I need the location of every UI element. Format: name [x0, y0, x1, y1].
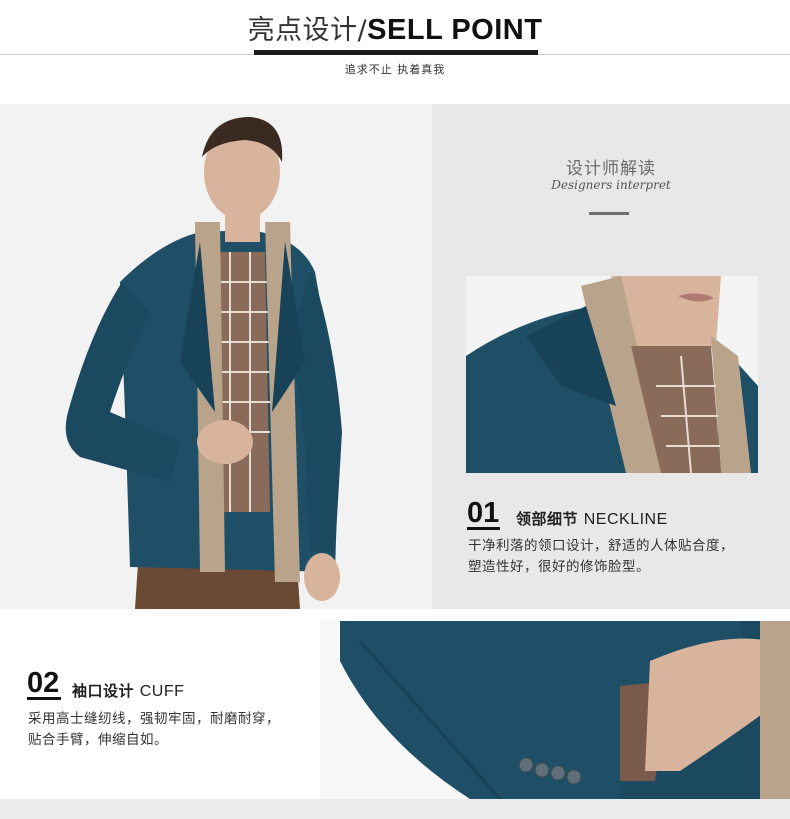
page-title-en: SELL POINT [367, 14, 543, 46]
feature-desc-line: 塑造性好，很好的修饰脸型。 [468, 559, 650, 575]
designer-title-cn: 设计师解读 [566, 159, 656, 179]
header-accent-bar [254, 50, 538, 55]
feature-title-en: NECKLINE [583, 511, 668, 528]
designer-title-en: Designers interpret [551, 178, 671, 192]
designer-divider [589, 212, 629, 215]
feature-desc-line: 采用高士缝纫线，强韧牢固，耐磨耐穿， [28, 711, 280, 727]
feature-desc-line: 贴合手臂，伸缩自如。 [28, 732, 168, 748]
page-title-cn: 亮点设计/ [247, 15, 368, 46]
feature-title-neckline: 领部细节 NECKLINE [516, 508, 668, 529]
feature-title-cn: 袖口设计 [72, 682, 135, 700]
feature-title-cuff: 袖口设计 CUFF [72, 680, 184, 701]
feature-number-underline [27, 697, 61, 700]
feature-desc-line: 干净利落的领口设计，舒适的人体贴合度， [468, 538, 734, 554]
feature-desc-neckline: 干净利落的领口设计，舒适的人体贴合度， 塑造性好，很好的修饰脸型。 [468, 536, 786, 578]
neckline-photo [466, 276, 758, 473]
page-title: 亮点设计/SELL POINT [0, 12, 790, 49]
feature-title-en: CUFF [139, 683, 185, 700]
model-photo [50, 112, 360, 609]
feature-number-underline [467, 527, 500, 530]
page-subtitle: 追求不止 执着真我 [344, 63, 446, 76]
feature-desc-cuff: 采用高士缝纫线，强韧牢固，耐磨耐穿， 贴合手臂，伸缩自如。 [28, 709, 320, 751]
section-spacer [0, 609, 790, 621]
cuff-photo [320, 621, 790, 799]
feature-number-02: 02 [27, 667, 60, 699]
feature-title-cn: 领部细节 [516, 510, 579, 528]
feature-number-01: 01 [467, 497, 500, 529]
bottom-strip [0, 799, 790, 819]
